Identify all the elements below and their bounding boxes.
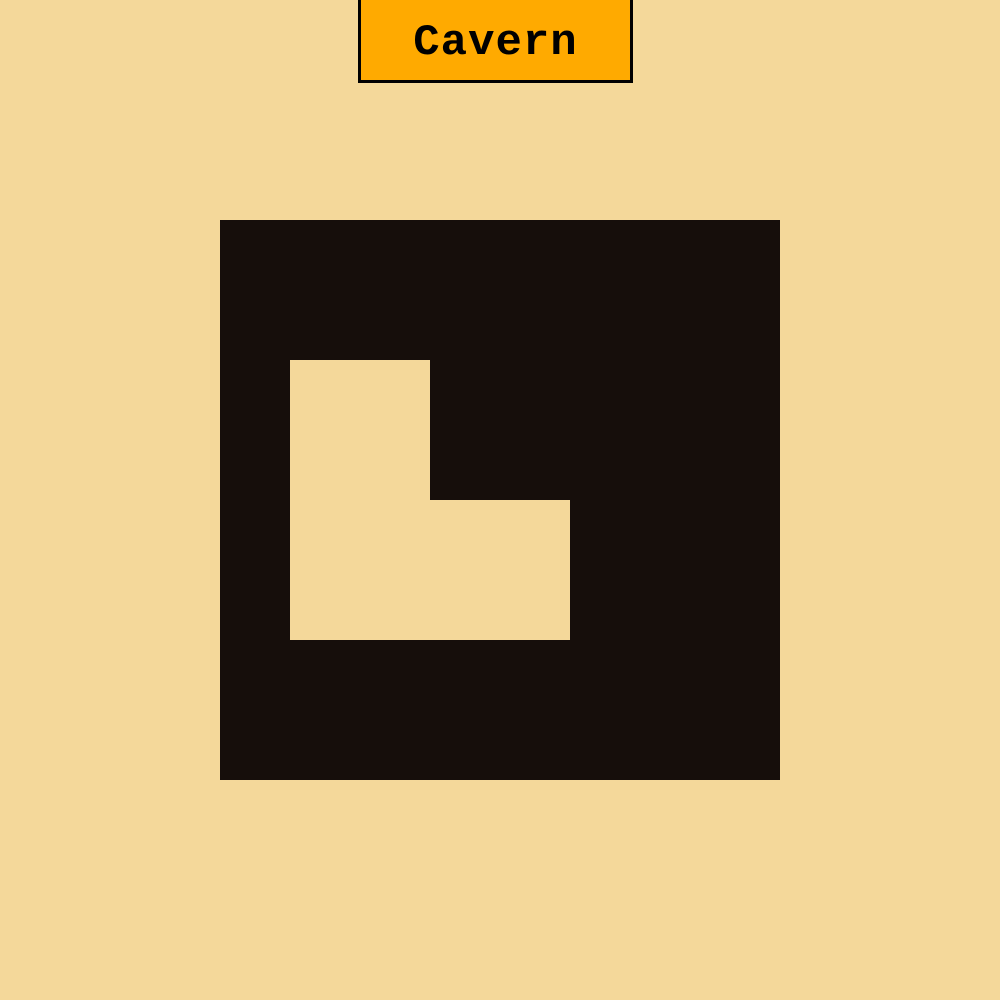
wall-tile	[220, 360, 290, 430]
wall-tile	[500, 360, 570, 430]
cavern-map	[220, 220, 780, 780]
wall-tile	[710, 710, 780, 780]
wall-tile	[640, 360, 710, 430]
wall-tile	[570, 710, 640, 780]
wall-tile	[220, 640, 290, 710]
wall-tile	[220, 290, 290, 360]
wall-tile	[430, 710, 500, 780]
floor-tile	[430, 500, 500, 570]
wall-tile	[360, 640, 430, 710]
wall-tile	[220, 570, 290, 640]
floor-tile	[500, 570, 570, 640]
wall-tile	[430, 290, 500, 360]
wall-tile	[710, 360, 780, 430]
wall-tile	[640, 500, 710, 570]
wall-tile	[220, 430, 290, 500]
wall-tile	[500, 290, 570, 360]
wall-tile	[500, 220, 570, 290]
floor-tile	[290, 500, 360, 570]
floor-tile	[360, 570, 430, 640]
wall-tile	[640, 710, 710, 780]
wall-tile	[430, 220, 500, 290]
wall-tile	[430, 360, 500, 430]
wall-tile	[500, 640, 570, 710]
floor-tile	[360, 360, 430, 430]
wall-tile	[640, 430, 710, 500]
wall-tile	[220, 500, 290, 570]
wall-tile	[710, 430, 780, 500]
wall-tile	[290, 710, 360, 780]
wall-tile	[430, 430, 500, 500]
wall-tile	[710, 640, 780, 710]
floor-tile	[290, 360, 360, 430]
floor-tile	[500, 500, 570, 570]
wall-tile	[640, 290, 710, 360]
wall-tile	[500, 710, 570, 780]
wall-tile	[710, 570, 780, 640]
wall-tile	[430, 640, 500, 710]
wall-tile	[570, 430, 640, 500]
floor-tile	[430, 570, 500, 640]
floor-tile	[290, 430, 360, 500]
wall-tile	[570, 290, 640, 360]
wall-tile	[290, 220, 360, 290]
wall-tile	[570, 570, 640, 640]
wall-tile	[710, 220, 780, 290]
wall-tile	[570, 360, 640, 430]
wall-tile	[220, 220, 290, 290]
wall-tile	[360, 290, 430, 360]
floor-tile	[290, 570, 360, 640]
floor-tile	[360, 500, 430, 570]
wall-tile	[220, 710, 290, 780]
wall-tile	[290, 640, 360, 710]
location-title-banner: Cavern	[358, 0, 633, 83]
wall-tile	[640, 220, 710, 290]
wall-tile	[710, 290, 780, 360]
floor-tile	[360, 430, 430, 500]
wall-tile	[710, 500, 780, 570]
wall-tile	[640, 570, 710, 640]
wall-tile	[570, 640, 640, 710]
wall-tile	[360, 220, 430, 290]
wall-tile	[290, 290, 360, 360]
location-title: Cavern	[413, 17, 578, 68]
wall-tile	[500, 430, 570, 500]
wall-tile	[360, 710, 430, 780]
wall-tile	[570, 220, 640, 290]
wall-tile	[640, 640, 710, 710]
wall-tile	[570, 500, 640, 570]
